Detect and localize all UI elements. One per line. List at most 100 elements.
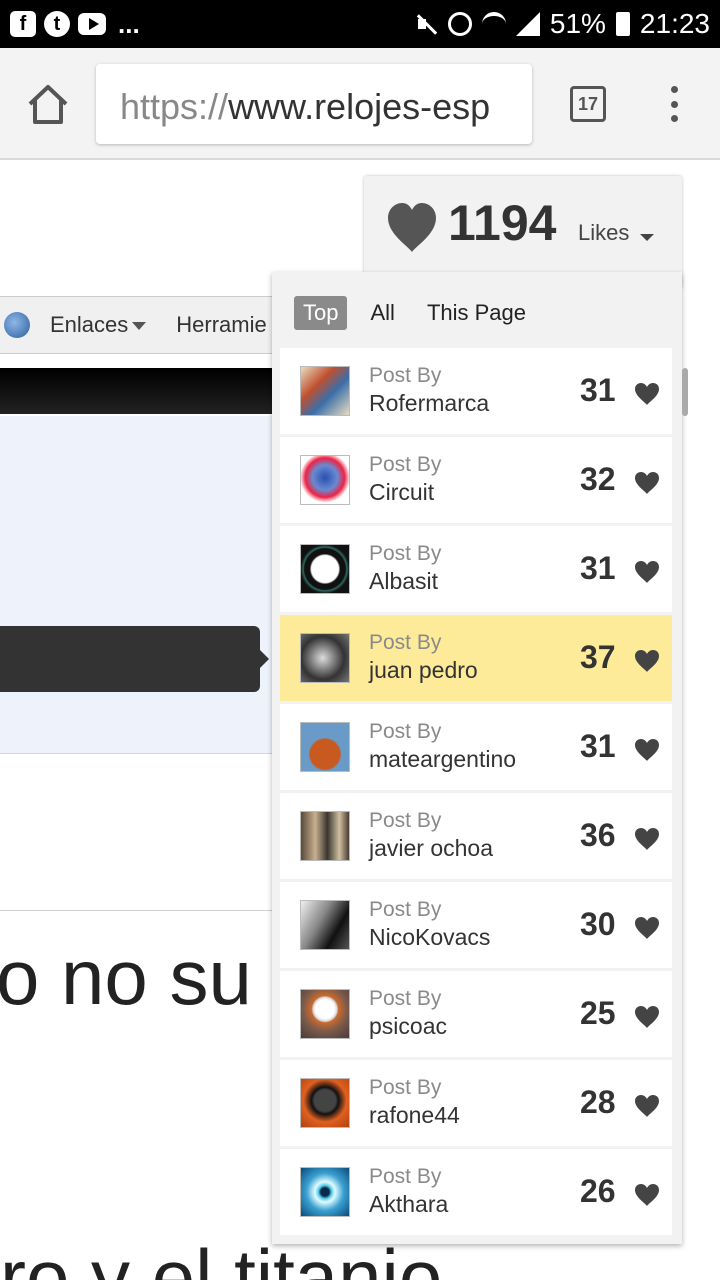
heart-icon xyxy=(388,203,436,252)
battery-icon xyxy=(615,12,630,36)
browser-menu-button[interactable] xyxy=(664,84,684,124)
avatar xyxy=(300,989,350,1039)
chevron-down-icon xyxy=(132,322,147,330)
post-author[interactable]: javier ochoa xyxy=(369,835,493,862)
nav-links-menu[interactable]: Enlaces xyxy=(50,312,147,338)
screen: f t ... 51% 21:23 https://www.relojes-es… xyxy=(0,0,720,1280)
post-row[interactable]: Post By Circuit 32 xyxy=(280,437,672,523)
menu-dot xyxy=(670,100,678,108)
avatar xyxy=(300,1167,350,1217)
heart-icon xyxy=(635,650,659,672)
post-row[interactable]: Post By rafone44 28 xyxy=(280,1060,672,1146)
nav-tools-menu[interactable]: Herramie xyxy=(176,312,266,338)
clock: 21:23 xyxy=(639,8,710,39)
heart-icon xyxy=(635,917,659,939)
post-author[interactable]: Circuit xyxy=(369,479,434,506)
youtube-icon xyxy=(78,13,106,35)
avatar xyxy=(300,811,350,861)
content-panel xyxy=(0,416,290,754)
post-by-label: Post By xyxy=(369,1076,442,1099)
post-by-label: Post By xyxy=(369,720,442,743)
post-by-label: Post By xyxy=(369,631,442,654)
post-like-count: 26 xyxy=(580,1173,616,1209)
avatar xyxy=(300,544,350,594)
signal-icon xyxy=(515,12,540,36)
post-author[interactable]: Akthara xyxy=(369,1191,448,1218)
post-author[interactable]: Rofermarca xyxy=(369,390,489,417)
post-author[interactable]: juan pedro xyxy=(369,657,478,684)
post-like-count: 25 xyxy=(580,995,616,1031)
header-bar xyxy=(0,368,290,414)
menu-dot xyxy=(670,86,678,93)
post-row[interactable]: Post By Albasit 31 xyxy=(280,526,672,612)
heart-icon xyxy=(635,1184,659,1206)
post-row[interactable]: Post By mateargentino 31 xyxy=(280,704,672,790)
heart-icon xyxy=(635,472,659,494)
banner-arrow xyxy=(260,650,269,668)
tumblr-icon: t xyxy=(44,11,70,37)
scrollbar[interactable] xyxy=(682,368,688,416)
post-like-count: 31 xyxy=(580,550,616,586)
likes-count: 1194 xyxy=(448,195,557,251)
dark-banner xyxy=(0,626,260,692)
heart-icon xyxy=(635,1006,659,1028)
likes-label: Likes xyxy=(578,220,630,245)
post-like-count: 28 xyxy=(580,1084,616,1120)
site-nav: Enlaces Herramie xyxy=(0,296,290,354)
top-posts-list: Post By Rofermarca 31 Post By Circuit 32… xyxy=(280,348,672,1238)
post-like-count: 31 xyxy=(580,372,616,408)
post-like-count: 37 xyxy=(580,639,616,675)
avatar xyxy=(300,633,350,683)
post-by-label: Post By xyxy=(369,364,442,387)
address-bar[interactable]: https://www.relojes-esp xyxy=(96,64,532,144)
home-button[interactable] xyxy=(22,78,74,130)
post-row[interactable]: Post By psicoac 25 xyxy=(280,971,672,1057)
tab-this-page[interactable]: This Page xyxy=(418,296,535,330)
post-by-label: Post By xyxy=(369,453,442,476)
system-icons: 51% 21:23 xyxy=(414,8,710,40)
status-bar: f t ... 51% 21:23 xyxy=(0,0,720,48)
wifi-icon xyxy=(481,12,506,36)
post-row[interactable]: Post By javier ochoa 36 xyxy=(280,793,672,879)
facebook-icon: f xyxy=(10,11,36,37)
divider xyxy=(0,910,290,911)
globe-icon[interactable] xyxy=(4,312,30,338)
post-row[interactable]: Post By Akthara 26 xyxy=(280,1149,672,1235)
avatar xyxy=(300,366,350,416)
post-author[interactable]: Albasit xyxy=(369,568,438,595)
mute-icon xyxy=(414,12,438,36)
tab-switcher-button[interactable]: 17 xyxy=(570,86,606,122)
post-author[interactable]: psicoac xyxy=(369,1013,447,1040)
headline-text: o no su xyxy=(0,933,252,1021)
post-like-count: 31 xyxy=(580,728,616,764)
heart-icon xyxy=(635,383,659,405)
avatar xyxy=(300,722,350,772)
browser-toolbar: https://www.relojes-esp 17 xyxy=(0,48,720,160)
post-row-highlighted[interactable]: Post By juan pedro 37 xyxy=(280,615,672,701)
post-author[interactable]: mateargentino xyxy=(369,746,516,773)
post-row[interactable]: Post By Rofermarca 31 xyxy=(280,348,672,434)
avatar xyxy=(300,900,350,950)
post-like-count: 36 xyxy=(580,817,616,853)
post-author[interactable]: NicoKovacs xyxy=(369,924,490,951)
home-icon xyxy=(28,85,68,124)
tab-all[interactable]: All xyxy=(361,296,403,330)
tab-top[interactable]: Top xyxy=(294,296,348,330)
notification-icons: f t ... xyxy=(10,9,140,40)
post-by-label: Post By xyxy=(369,809,442,832)
likes-dropdown: Top All This Page Post By Rofermarca 31 … xyxy=(272,272,682,1244)
caret-down-icon xyxy=(640,234,654,241)
heart-icon xyxy=(635,1095,659,1117)
post-like-count: 30 xyxy=(580,906,616,942)
nav-link-label: Enlaces xyxy=(50,312,129,337)
battery-percent: 51% xyxy=(549,8,606,39)
post-row[interactable]: Post By NicoKovacs 30 xyxy=(280,882,672,968)
avatar xyxy=(300,455,350,505)
post-author[interactable]: rafone44 xyxy=(369,1102,460,1129)
heart-icon xyxy=(635,561,659,583)
post-by-label: Post By xyxy=(369,987,442,1010)
more-notifications: ... xyxy=(118,8,140,39)
heart-icon xyxy=(635,739,659,761)
url-host: www.relojes-esp xyxy=(228,86,491,127)
alarm-icon xyxy=(447,12,472,36)
